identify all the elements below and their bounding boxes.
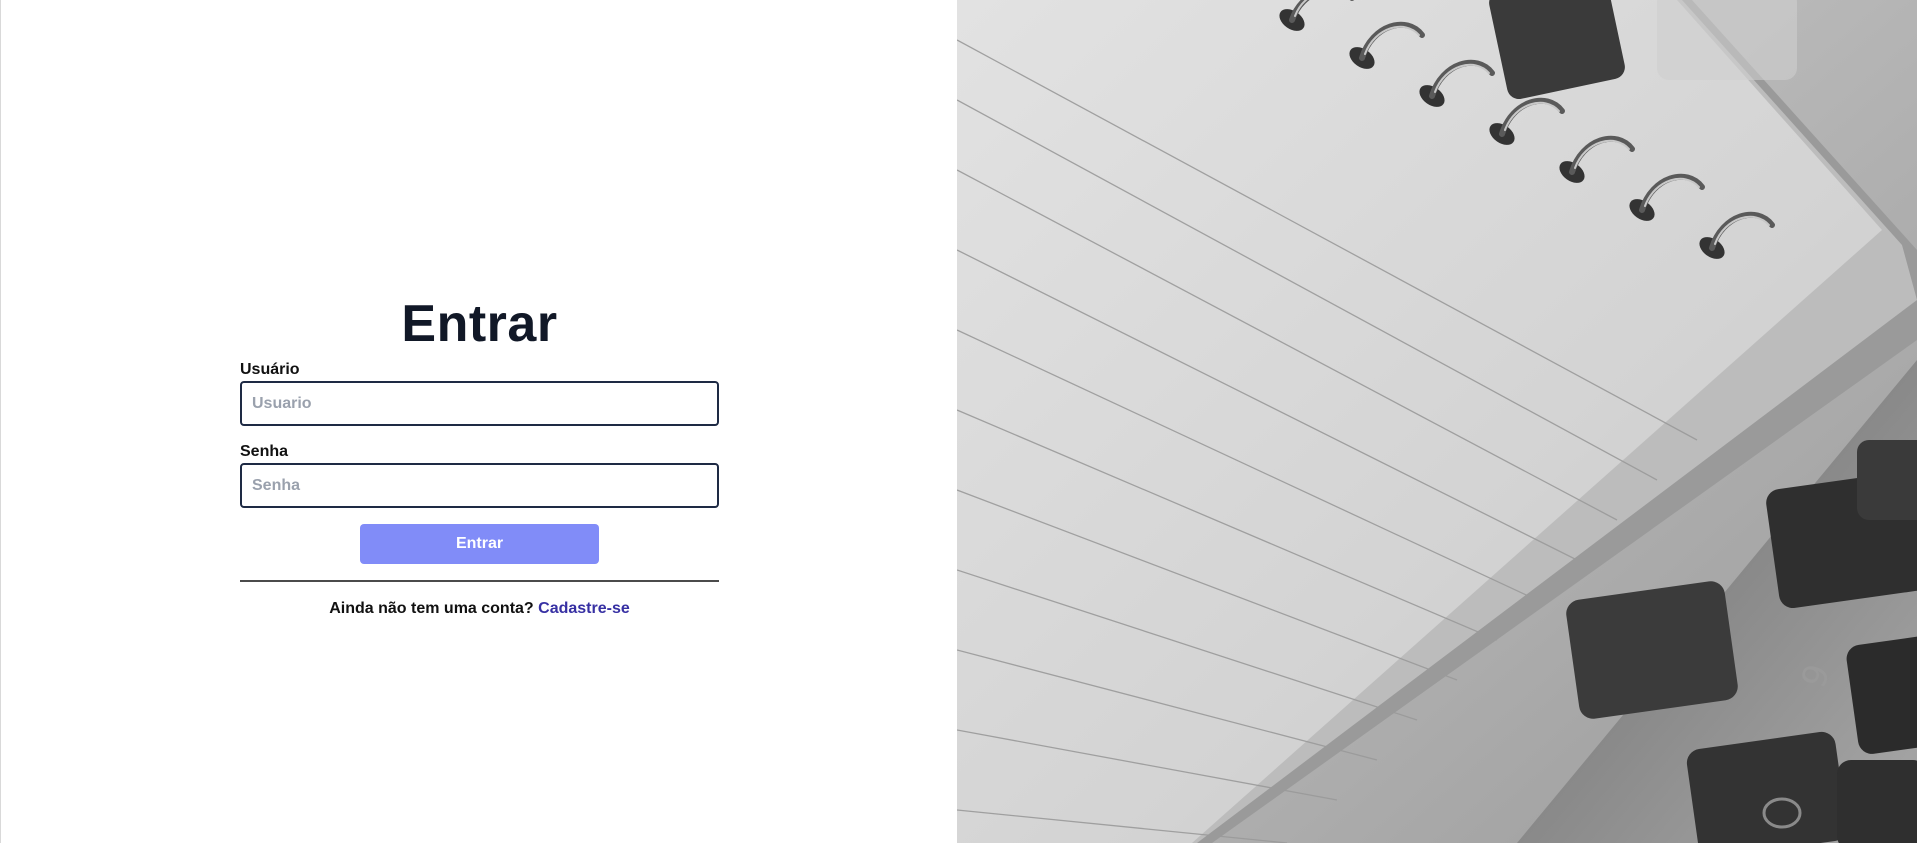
username-input[interactable] xyxy=(240,381,719,426)
signup-row: Ainda não tem uma conta? Cadastre-se xyxy=(240,600,719,618)
submit-row: Entrar xyxy=(240,524,719,564)
submit-button[interactable]: Entrar xyxy=(360,524,599,564)
login-form: Entrar Usuário Senha Entrar Ainda não te… xyxy=(240,290,719,618)
divider xyxy=(240,580,719,582)
login-panel: Entrar Usuário Senha Entrar Ainda não te… xyxy=(1,0,957,843)
password-label: Senha xyxy=(240,443,289,460)
hero-image: 9 xyxy=(957,0,1917,843)
login-page: Entrar Usuário Senha Entrar Ainda não te… xyxy=(0,0,1917,843)
signup-prompt: Ainda não tem uma conta? xyxy=(329,600,534,617)
notebook-keyboard-illustration: 9 xyxy=(957,0,1917,843)
username-label: Usuário xyxy=(240,361,300,378)
signup-link[interactable]: Cadastre-se xyxy=(538,600,630,617)
password-input[interactable] xyxy=(240,463,719,508)
page-title: Entrar xyxy=(401,295,558,353)
